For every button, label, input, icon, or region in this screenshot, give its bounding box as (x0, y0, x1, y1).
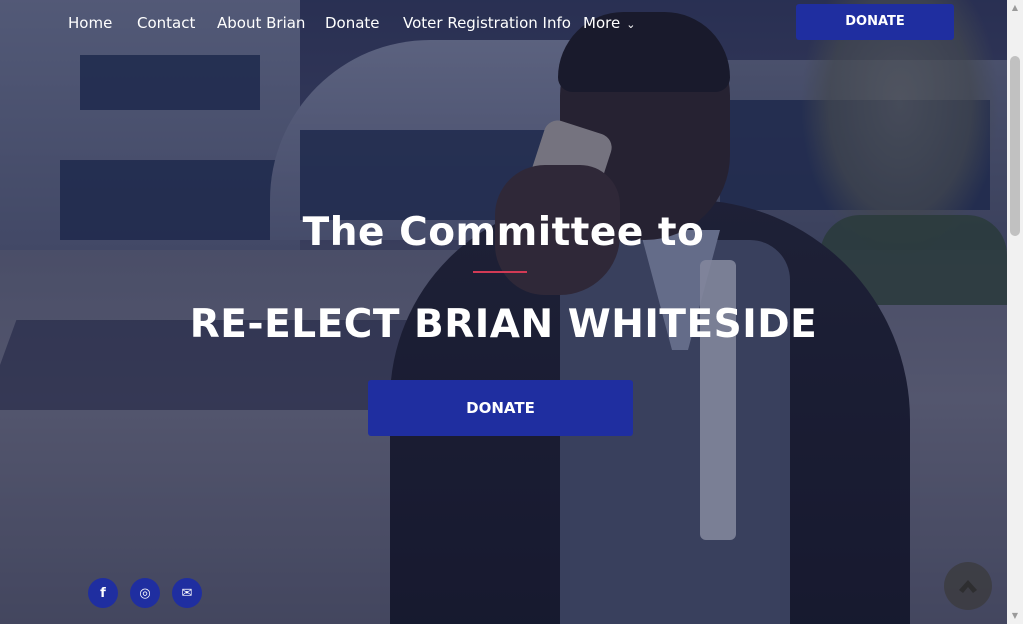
scroll-down-arrow-icon[interactable]: ▼ (1007, 608, 1023, 624)
donate-header-button[interactable]: DONATE (796, 4, 954, 40)
chevron-down-icon: ⌄ (626, 18, 636, 31)
back-to-top-button[interactable] (944, 562, 992, 610)
scroll-up-arrow-icon[interactable]: ▲ (1007, 0, 1023, 16)
title-divider (473, 271, 527, 273)
donate-hero-button[interactable]: DONATE (368, 380, 633, 436)
nav-more[interactable]: More ⌄ (583, 14, 635, 32)
chevron-up-icon (959, 580, 977, 593)
nav-about-brian[interactable]: About Brian (217, 14, 305, 32)
nav-more-label: More (583, 14, 621, 32)
nav-home[interactable]: Home (68, 14, 112, 32)
email-icon[interactable]: ✉ (172, 578, 202, 608)
instagram-icon[interactable]: ◎ (130, 578, 160, 608)
facebook-icon[interactable]: f (88, 578, 118, 608)
nav-donate[interactable]: Donate (325, 14, 380, 32)
hero-title-line-2: RE-ELECT BRIAN WHITESIDE (189, 302, 818, 347)
page-scrollbar[interactable]: ▲ ▼ (1007, 0, 1023, 624)
nav-contact[interactable]: Contact (137, 14, 195, 32)
scroll-thumb[interactable] (1010, 56, 1020, 236)
hero-title-line-1: The Committee to (302, 210, 705, 255)
nav-voter-registration-info[interactable]: Voter Registration Info (403, 14, 571, 32)
top-navigation: Home Contact About Brian Donate Voter Re… (0, 0, 1007, 46)
